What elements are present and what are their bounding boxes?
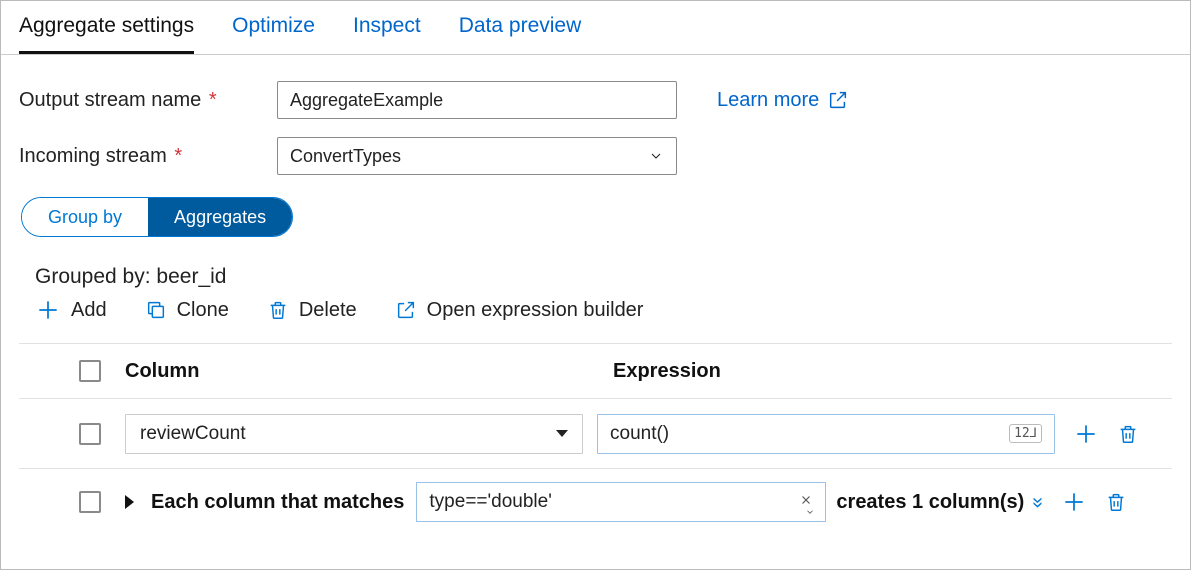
incoming-stream-value: ConvertTypes (290, 146, 401, 167)
learn-more-text: Learn more (717, 89, 819, 112)
aggregate-toolbar: Add Clone Delete Open expression builder (35, 297, 1172, 323)
trash-icon (267, 299, 289, 321)
add-button[interactable]: Add (35, 297, 107, 323)
open-expression-builder-button[interactable]: Open expression builder (395, 299, 644, 322)
clone-button-label: Clone (177, 299, 229, 322)
pattern-prefix-text: Each column that matches (151, 491, 404, 514)
chevron-down-icon (648, 148, 664, 164)
pattern-suffix-text: creates 1 column(s) (836, 491, 1024, 514)
delete-row-button[interactable] (1105, 491, 1127, 513)
caret-down-icon (556, 430, 568, 437)
incoming-stream-label: Incoming stream * (19, 145, 277, 168)
open-expression-builder-label: Open expression builder (427, 299, 644, 322)
tab-inspect[interactable]: Inspect (353, 1, 421, 54)
external-link-icon (827, 89, 849, 111)
group-aggregate-toggle: Group by Aggregates (21, 197, 293, 237)
expand-chevrons-icon[interactable]: » (1026, 496, 1049, 507)
column-header-row: Column Expression (19, 343, 1172, 399)
grouped-by-value: beer_id (156, 265, 226, 288)
delete-button-label: Delete (299, 299, 357, 322)
required-asterisk: * (174, 145, 182, 167)
triangle-right-icon (125, 495, 134, 509)
clear-sort-icon[interactable] (799, 491, 813, 513)
tab-aggregate-settings[interactable]: Aggregate settings (19, 1, 194, 54)
expression-input[interactable]: count() 12⅃ (597, 414, 1055, 454)
toggle-group-by[interactable]: Group by (22, 198, 148, 236)
toggle-aggregates[interactable]: Aggregates (148, 198, 292, 236)
grouped-by-label: Grouped by: (35, 265, 151, 288)
add-row-button[interactable] (1061, 489, 1087, 515)
output-stream-label: Output stream name * (19, 89, 277, 112)
copy-icon (145, 299, 167, 321)
row-checkbox[interactable] (79, 491, 101, 513)
column-name-value: reviewCount (140, 423, 246, 445)
add-button-label: Add (71, 299, 107, 322)
select-all-checkbox[interactable] (79, 360, 101, 382)
tab-data-preview[interactable]: Data preview (459, 1, 582, 54)
delete-button[interactable]: Delete (267, 299, 357, 322)
clone-button[interactable]: Clone (145, 299, 229, 322)
row-actions (1073, 421, 1139, 447)
column-pattern-row: Each column that matches type=='double' … (19, 469, 1172, 535)
expression-header: Expression (613, 360, 721, 383)
settings-tabs: Aggregate settings Optimize Inspect Data… (1, 1, 1190, 55)
incoming-stream-label-text: Incoming stream (19, 145, 167, 167)
incoming-stream-row: Incoming stream * ConvertTypes (19, 137, 1172, 175)
row-checkbox[interactable] (79, 423, 101, 445)
required-asterisk: * (209, 89, 217, 111)
output-stream-label-text: Output stream name (19, 89, 201, 111)
column-name-select[interactable]: reviewCount (125, 414, 583, 454)
learn-more-link[interactable]: Learn more (717, 89, 849, 112)
external-link-icon (395, 299, 417, 321)
output-stream-input[interactable] (277, 81, 677, 119)
delete-row-button[interactable] (1117, 423, 1139, 445)
grouped-by-text: Grouped by: beer_id (35, 265, 1172, 289)
row-actions (1061, 489, 1127, 515)
output-stream-row: Output stream name * Learn more (19, 81, 1172, 119)
tab-optimize[interactable]: Optimize (232, 1, 315, 54)
plus-icon (35, 297, 61, 323)
pattern-condition-input[interactable]: type=='double' (416, 482, 826, 522)
add-row-button[interactable] (1073, 421, 1099, 447)
aggregate-settings-panel: Aggregate settings Optimize Inspect Data… (0, 0, 1191, 570)
pattern-condition-value: type=='double' (429, 491, 551, 513)
expression-value: count() (610, 423, 669, 445)
form-area: Output stream name * Learn more Incoming… (1, 55, 1190, 553)
aggregate-row: reviewCount count() 12⅃ (19, 399, 1172, 469)
incoming-stream-select[interactable]: ConvertTypes (277, 137, 677, 175)
expand-toggle[interactable] (119, 495, 139, 509)
column-header: Column (125, 360, 613, 383)
data-type-badge: 12⅃ (1009, 424, 1042, 443)
